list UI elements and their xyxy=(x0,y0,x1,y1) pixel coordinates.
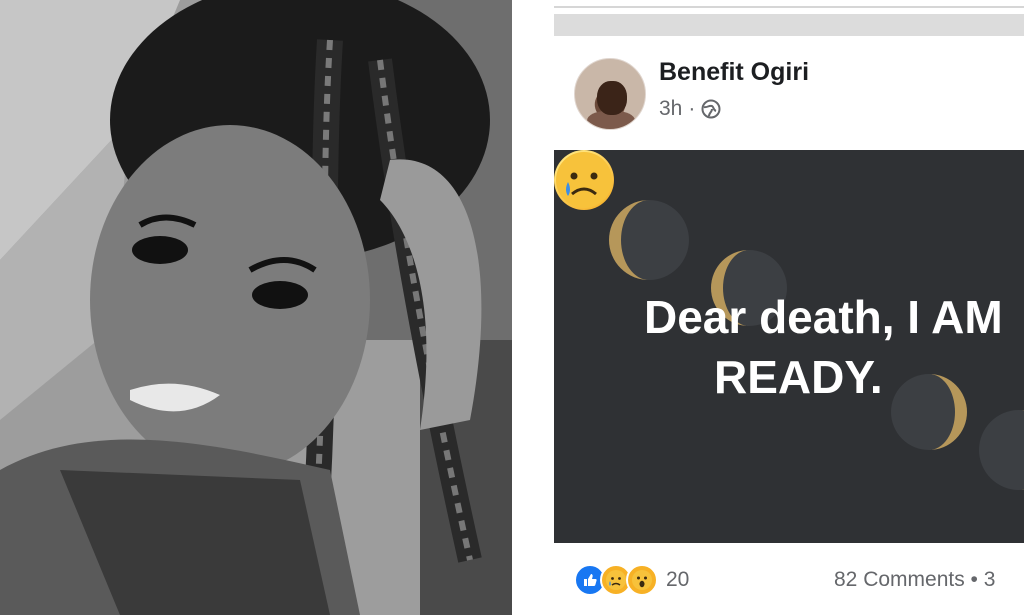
crying-face-emoji xyxy=(554,150,614,210)
portrait-photo xyxy=(0,0,512,615)
post-text-card[interactable]: Dear death, I AM READY. xyxy=(554,150,1024,543)
globe-icon xyxy=(701,99,721,119)
reactions-bar[interactable]: 20 xyxy=(574,564,689,596)
post-meta: 3h · xyxy=(659,97,721,121)
meta-separator: · xyxy=(688,97,696,120)
post-top-divider xyxy=(554,6,1024,8)
card-text-line-1: Dear death, I AM xyxy=(644,291,1003,343)
post-time[interactable]: 3h xyxy=(659,97,682,121)
post-top-bar xyxy=(554,14,1024,36)
comments-count[interactable]: 82 Comments • 3 xyxy=(834,568,995,592)
post: Benefit Ogiri 3h · Dear death, I AM READ… xyxy=(554,0,1024,615)
wow-icon xyxy=(626,564,658,596)
avatar[interactable] xyxy=(574,58,646,130)
author-name[interactable]: Benefit Ogiri xyxy=(659,58,809,87)
card-text-line-2: READY. xyxy=(714,351,883,403)
portrait-illustration xyxy=(0,0,512,615)
gap xyxy=(512,0,554,615)
card-decoration xyxy=(609,200,1024,490)
reaction-count[interactable]: 20 xyxy=(666,568,689,592)
